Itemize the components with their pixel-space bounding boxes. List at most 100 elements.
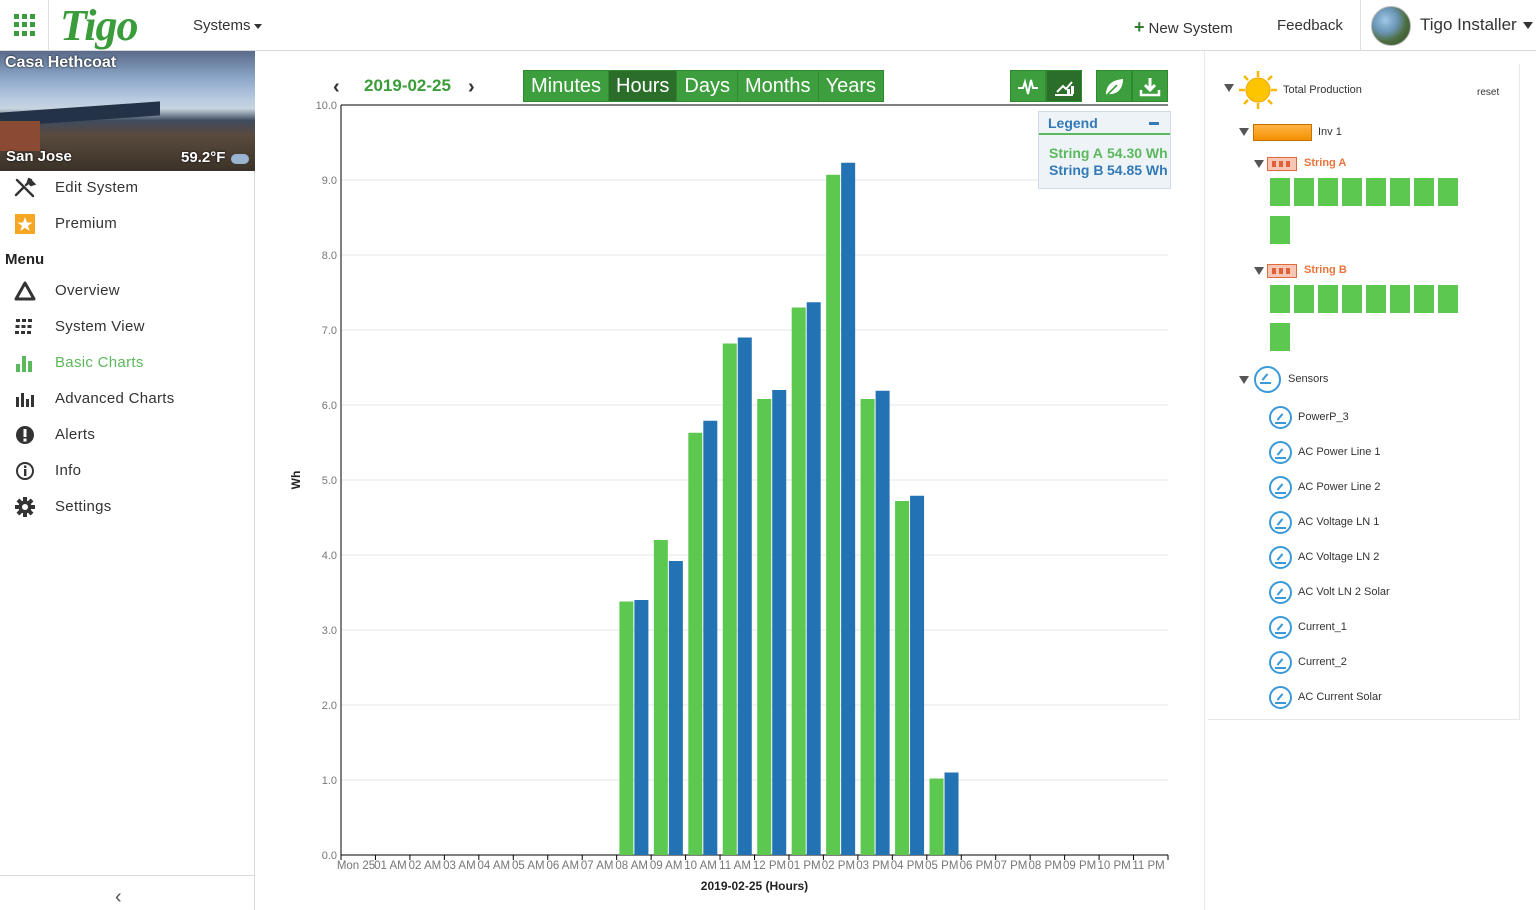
sun-icon xyxy=(1239,71,1277,109)
tree-sensor-item[interactable]: AC Voltage LN 2 xyxy=(1298,551,1379,563)
sidebar-item-overview[interactable]: Overview xyxy=(0,273,255,309)
tree-sensor-item[interactable]: AC Power Line 1 xyxy=(1298,446,1381,458)
tree-sensor-item[interactable]: Current_2 xyxy=(1298,656,1347,668)
tree-string-b[interactable]: String B xyxy=(1304,264,1347,276)
tree-sensor-item[interactable]: AC Current Solar xyxy=(1298,691,1382,703)
feedback-link[interactable]: Feedback xyxy=(1277,17,1343,34)
x-tick-label: 08 PM xyxy=(1029,860,1062,872)
sensor-gauge-icon xyxy=(1269,546,1292,569)
solar-panel-module[interactable] xyxy=(1414,285,1434,313)
solar-panel-module[interactable] xyxy=(1366,285,1386,313)
sensor-gauge-icon xyxy=(1269,476,1292,499)
tigo-logo[interactable]: Tigo® xyxy=(60,0,146,51)
solar-panel-module[interactable] xyxy=(1366,178,1386,206)
reset-link[interactable]: reset xyxy=(1477,87,1499,98)
tree-string-a[interactable]: String A xyxy=(1304,157,1346,169)
solar-panel-module[interactable] xyxy=(1270,216,1290,244)
x-tick-label: 03 AM xyxy=(443,860,476,872)
avatar[interactable] xyxy=(1371,6,1411,46)
solar-panel-module[interactable] xyxy=(1390,178,1410,206)
x-tick-label: 02 PM xyxy=(822,860,855,872)
solar-panel-module[interactable] xyxy=(1390,285,1410,313)
x-tick-label: 09 PM xyxy=(1063,860,1096,872)
site-photo[interactable]: Casa Hethcoat San Jose 59.2°F xyxy=(0,51,255,171)
solar-panel-module[interactable] xyxy=(1318,285,1338,313)
systems-dropdown[interactable]: Systems xyxy=(193,17,262,34)
tree-total-production[interactable]: Total Production xyxy=(1283,84,1362,96)
sensor-gauge-icon xyxy=(1269,511,1292,534)
y-tick-label: 10.0 xyxy=(316,100,337,112)
apps-grid-icon[interactable] xyxy=(14,14,36,36)
inverter-icon xyxy=(1253,124,1312,141)
solar-panel-module[interactable] xyxy=(1270,323,1290,351)
minimize-icon[interactable] xyxy=(1149,122,1159,125)
bar-string-a xyxy=(688,432,703,855)
tree-sensor-item[interactable]: AC Volt LN 2 Solar xyxy=(1298,586,1390,598)
y-axis-label: Wh xyxy=(289,471,303,490)
x-tick-label: 07 PM xyxy=(994,860,1027,872)
solar-panel-module[interactable] xyxy=(1342,178,1362,206)
sidebar-item-advanced-charts[interactable]: Advanced Charts xyxy=(0,381,255,417)
solar-panel-module[interactable] xyxy=(1270,178,1290,206)
x-tick-label: 10 PM xyxy=(1097,860,1130,872)
advanced-chart-icon xyxy=(16,393,34,407)
collapse-sidebar-button[interactable]: ‹ xyxy=(0,875,255,910)
x-axis-label: 2019-02-25 (Hours) xyxy=(701,879,808,893)
tree-sensor-item[interactable]: AC Power Line 2 xyxy=(1298,481,1381,493)
x-tick-label: 02 AM xyxy=(409,860,442,872)
legend-entry-string-b[interactable]: String B 54.85 Wh xyxy=(1049,162,1168,178)
tree-sensor-item[interactable]: AC Voltage LN 1 xyxy=(1298,516,1379,528)
bar-chart-icon xyxy=(16,356,32,372)
sidebar-item-system-view[interactable]: System View xyxy=(0,309,255,345)
x-tick-label: 11 AM xyxy=(719,860,751,872)
sidebar-item-info[interactable]: Info xyxy=(0,453,255,489)
solar-panel-module[interactable] xyxy=(1438,178,1458,206)
solar-panel-module[interactable] xyxy=(1414,178,1434,206)
tree-sensor-item[interactable]: PowerP_3 xyxy=(1298,411,1349,423)
y-tick-label: 2.0 xyxy=(322,700,337,712)
sidebar-item-edit-system[interactable]: Edit System xyxy=(0,170,255,206)
solar-panel-module[interactable] xyxy=(1438,285,1458,313)
solar-panel-module[interactable] xyxy=(1294,178,1314,206)
bar-string-b xyxy=(703,420,718,855)
sidebar-item-premium[interactable]: Premium xyxy=(0,206,255,242)
solar-panel-module[interactable] xyxy=(1294,285,1314,313)
bar-string-a xyxy=(791,307,806,855)
site-name: Casa Hethcoat xyxy=(5,54,117,71)
x-tick-label: 10 AM xyxy=(684,860,717,872)
x-tick-label: 06 PM xyxy=(960,860,993,872)
x-tick-label: 01 AM xyxy=(374,860,407,872)
sidebar-item-basic-charts[interactable]: Basic Charts xyxy=(0,345,255,381)
y-tick-label: 9.0 xyxy=(322,175,337,187)
tree-inverter[interactable]: Inv 1 xyxy=(1318,126,1342,138)
solar-panel-module[interactable] xyxy=(1270,285,1290,313)
x-tick-label: 11 PM xyxy=(1132,860,1164,872)
string-icon xyxy=(1267,264,1297,278)
bar-string-b xyxy=(668,561,683,855)
solar-panel-module[interactable] xyxy=(1342,285,1362,313)
triangle-down-icon[interactable] xyxy=(1254,160,1264,168)
new-system-button[interactable]: + New System xyxy=(1134,17,1233,38)
bar-string-b xyxy=(634,600,649,855)
sidebar-item-settings[interactable]: Settings xyxy=(0,489,255,525)
legend-entry-string-a[interactable]: String A 54.30 Wh xyxy=(1049,145,1168,161)
app-root: Tigo® Systems +New System Feedback Tigo … xyxy=(0,0,1536,910)
sidebar-item-alerts[interactable]: Alerts xyxy=(0,417,255,453)
plus-icon: + xyxy=(1134,17,1145,37)
x-tick-label: 03 PM xyxy=(856,860,889,872)
divider xyxy=(1360,0,1361,51)
legend-title: Legend xyxy=(1048,115,1098,131)
triangle-down-icon[interactable] xyxy=(1239,128,1249,136)
y-tick-label: 5.0 xyxy=(322,475,337,487)
top-bar: Tigo® Systems +New System Feedback Tigo … xyxy=(0,0,1536,51)
triangle-down-icon[interactable] xyxy=(1224,84,1234,92)
x-tick-label: 06 AM xyxy=(546,860,579,872)
triangle-down-icon[interactable] xyxy=(1239,376,1249,384)
tree-sensors[interactable]: Sensors xyxy=(1288,373,1328,385)
tree-sensor-item[interactable]: Current_1 xyxy=(1298,621,1347,633)
tools-icon xyxy=(14,178,36,198)
solar-panel-module[interactable] xyxy=(1318,178,1338,206)
user-menu[interactable]: Tigo Installer xyxy=(1420,15,1533,35)
bar-string-b xyxy=(910,495,925,855)
triangle-down-icon[interactable] xyxy=(1254,267,1264,275)
